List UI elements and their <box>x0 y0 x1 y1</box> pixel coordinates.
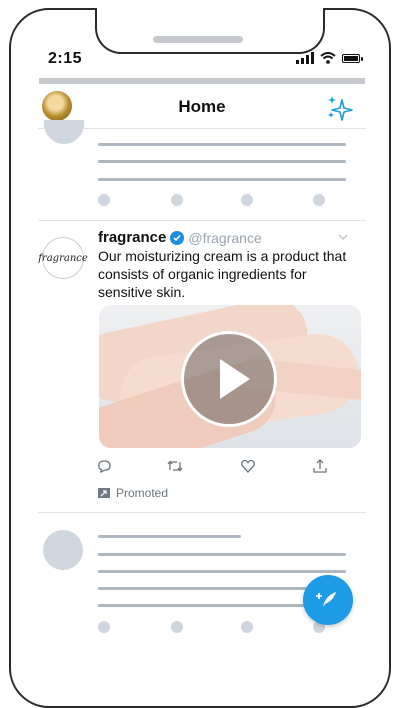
status-time: 2:15 <box>48 50 83 67</box>
wifi-icon <box>320 52 336 64</box>
battery-icon <box>342 53 363 63</box>
avatar-logo-text: fragrance <box>38 252 88 264</box>
placeholder-avatar <box>43 530 83 570</box>
tweet-author-name[interactable]: fragrance <box>98 229 166 246</box>
chevron-down-icon[interactable] <box>338 232 348 242</box>
placeholder-dot <box>98 194 110 206</box>
placeholder-line <box>98 178 346 181</box>
compose-tweet-icon <box>316 592 336 607</box>
status-icons <box>296 52 363 64</box>
retweet-icon[interactable] <box>166 458 184 474</box>
phone-notch <box>95 8 325 54</box>
placeholder-dot <box>241 194 253 206</box>
placeholder-dot <box>313 194 325 206</box>
sparkle-icon[interactable] <box>326 94 354 122</box>
placeholder-line <box>98 553 346 556</box>
top-bar <box>39 78 365 84</box>
tweet-text: Our moisturizing cream is a product that… <box>98 248 347 300</box>
play-button[interactable] <box>181 331 277 427</box>
placeholder-line <box>98 143 346 146</box>
placeholder-dot <box>171 621 183 633</box>
tweet-header: fragrance @fragrance <box>98 229 262 246</box>
promoted-icon <box>98 488 110 498</box>
placeholder-dot <box>171 194 183 206</box>
like-icon[interactable] <box>240 458 256 474</box>
tweet-avatar[interactable]: fragrance <box>38 237 88 279</box>
share-icon[interactable] <box>312 458 328 474</box>
tweet-actions <box>96 458 336 476</box>
tweet-author-handle[interactable]: @fragrance <box>188 230 261 246</box>
feed-divider <box>38 220 366 221</box>
app-header: Home <box>38 88 366 129</box>
placeholder-line <box>98 570 346 573</box>
compose-tweet-button[interactable] <box>303 575 353 625</box>
placeholder-dot <box>98 621 110 633</box>
placeholder-line <box>98 535 241 538</box>
promoted-label: Promoted <box>98 486 168 500</box>
feed-divider <box>38 512 366 513</box>
page-title: Home <box>178 97 226 116</box>
placeholder-line <box>98 160 346 163</box>
verified-icon <box>170 230 185 245</box>
signal-icon <box>296 52 314 64</box>
placeholder-dot <box>241 621 253 633</box>
reply-icon[interactable] <box>96 458 112 474</box>
promoted-text: Promoted <box>116 486 169 500</box>
phone-speaker <box>153 36 243 43</box>
